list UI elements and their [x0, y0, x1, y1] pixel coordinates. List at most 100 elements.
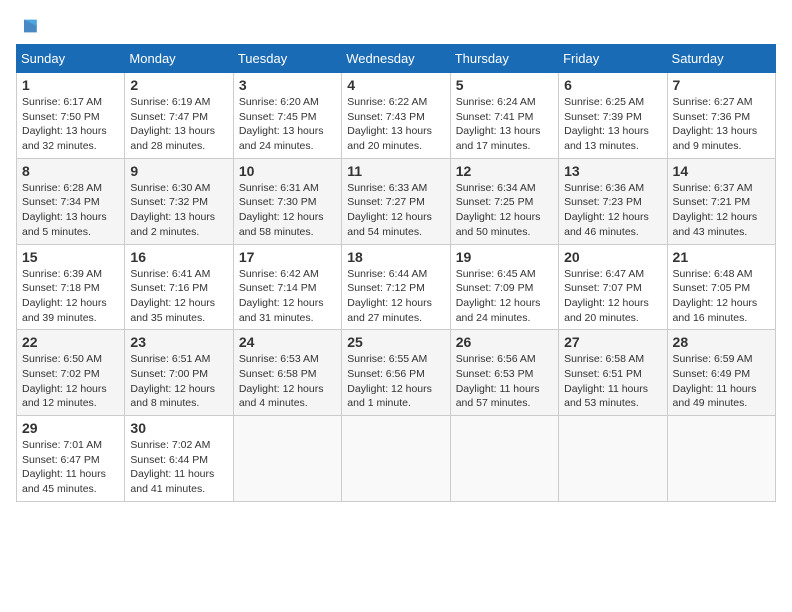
calendar-cell: 18 Sunrise: 6:44 AM Sunset: 7:12 PM Dayl…	[342, 244, 450, 330]
day-number: 26	[456, 334, 553, 350]
day-info: Sunrise: 6:50 AM Sunset: 7:02 PM Dayligh…	[22, 352, 119, 411]
calendar-cell: 25 Sunrise: 6:55 AM Sunset: 6:56 PM Dayl…	[342, 330, 450, 416]
day-info: Sunrise: 7:01 AM Sunset: 6:47 PM Dayligh…	[22, 438, 119, 497]
day-number: 28	[673, 334, 770, 350]
calendar-cell: 8 Sunrise: 6:28 AM Sunset: 7:34 PM Dayli…	[17, 158, 125, 244]
calendar-row: 29 Sunrise: 7:01 AM Sunset: 6:47 PM Dayl…	[17, 416, 776, 502]
day-info: Sunrise: 6:34 AM Sunset: 7:25 PM Dayligh…	[456, 181, 553, 240]
day-info: Sunrise: 6:53 AM Sunset: 6:58 PM Dayligh…	[239, 352, 336, 411]
calendar-cell	[559, 416, 667, 502]
day-number: 14	[673, 163, 770, 179]
day-number: 23	[130, 334, 227, 350]
day-number: 21	[673, 249, 770, 265]
calendar-cell: 9 Sunrise: 6:30 AM Sunset: 7:32 PM Dayli…	[125, 158, 233, 244]
calendar-cell: 11 Sunrise: 6:33 AM Sunset: 7:27 PM Dayl…	[342, 158, 450, 244]
calendar-cell: 20 Sunrise: 6:47 AM Sunset: 7:07 PM Dayl…	[559, 244, 667, 330]
calendar-cell: 6 Sunrise: 6:25 AM Sunset: 7:39 PM Dayli…	[559, 73, 667, 159]
day-info: Sunrise: 6:24 AM Sunset: 7:41 PM Dayligh…	[456, 95, 553, 154]
day-info: Sunrise: 6:36 AM Sunset: 7:23 PM Dayligh…	[564, 181, 661, 240]
day-number: 17	[239, 249, 336, 265]
calendar-cell: 29 Sunrise: 7:01 AM Sunset: 6:47 PM Dayl…	[17, 416, 125, 502]
day-info: Sunrise: 6:58 AM Sunset: 6:51 PM Dayligh…	[564, 352, 661, 411]
day-info: Sunrise: 6:33 AM Sunset: 7:27 PM Dayligh…	[347, 181, 444, 240]
day-header-monday: Monday	[125, 45, 233, 73]
day-info: Sunrise: 6:28 AM Sunset: 7:34 PM Dayligh…	[22, 181, 119, 240]
day-info: Sunrise: 6:30 AM Sunset: 7:32 PM Dayligh…	[130, 181, 227, 240]
calendar-cell: 22 Sunrise: 6:50 AM Sunset: 7:02 PM Dayl…	[17, 330, 125, 416]
day-info: Sunrise: 6:51 AM Sunset: 7:00 PM Dayligh…	[130, 352, 227, 411]
day-info: Sunrise: 6:31 AM Sunset: 7:30 PM Dayligh…	[239, 181, 336, 240]
calendar-cell: 24 Sunrise: 6:53 AM Sunset: 6:58 PM Dayl…	[233, 330, 341, 416]
calendar-cell: 3 Sunrise: 6:20 AM Sunset: 7:45 PM Dayli…	[233, 73, 341, 159]
day-number: 24	[239, 334, 336, 350]
day-info: Sunrise: 6:22 AM Sunset: 7:43 PM Dayligh…	[347, 95, 444, 154]
day-info: Sunrise: 7:02 AM Sunset: 6:44 PM Dayligh…	[130, 438, 227, 497]
day-header-friday: Friday	[559, 45, 667, 73]
day-number: 2	[130, 77, 227, 93]
day-header-wednesday: Wednesday	[342, 45, 450, 73]
calendar-cell: 10 Sunrise: 6:31 AM Sunset: 7:30 PM Dayl…	[233, 158, 341, 244]
day-info: Sunrise: 6:56 AM Sunset: 6:53 PM Dayligh…	[456, 352, 553, 411]
day-number: 30	[130, 420, 227, 436]
day-number: 19	[456, 249, 553, 265]
calendar-row: 15 Sunrise: 6:39 AM Sunset: 7:18 PM Dayl…	[17, 244, 776, 330]
day-info: Sunrise: 6:41 AM Sunset: 7:16 PM Dayligh…	[130, 267, 227, 326]
day-info: Sunrise: 6:37 AM Sunset: 7:21 PM Dayligh…	[673, 181, 770, 240]
calendar-cell	[342, 416, 450, 502]
calendar-cell: 16 Sunrise: 6:41 AM Sunset: 7:16 PM Dayl…	[125, 244, 233, 330]
day-info: Sunrise: 6:59 AM Sunset: 6:49 PM Dayligh…	[673, 352, 770, 411]
calendar-cell: 30 Sunrise: 7:02 AM Sunset: 6:44 PM Dayl…	[125, 416, 233, 502]
calendar-cell: 7 Sunrise: 6:27 AM Sunset: 7:36 PM Dayli…	[667, 73, 775, 159]
day-number: 13	[564, 163, 661, 179]
day-info: Sunrise: 6:45 AM Sunset: 7:09 PM Dayligh…	[456, 267, 553, 326]
day-number: 16	[130, 249, 227, 265]
day-info: Sunrise: 6:19 AM Sunset: 7:47 PM Dayligh…	[130, 95, 227, 154]
calendar-cell	[233, 416, 341, 502]
day-number: 6	[564, 77, 661, 93]
day-number: 27	[564, 334, 661, 350]
day-info: Sunrise: 6:39 AM Sunset: 7:18 PM Dayligh…	[22, 267, 119, 326]
day-info: Sunrise: 6:48 AM Sunset: 7:05 PM Dayligh…	[673, 267, 770, 326]
day-info: Sunrise: 6:25 AM Sunset: 7:39 PM Dayligh…	[564, 95, 661, 154]
day-number: 11	[347, 163, 444, 179]
calendar-cell: 15 Sunrise: 6:39 AM Sunset: 7:18 PM Dayl…	[17, 244, 125, 330]
day-number: 15	[22, 249, 119, 265]
day-header-thursday: Thursday	[450, 45, 558, 73]
calendar-cell: 19 Sunrise: 6:45 AM Sunset: 7:09 PM Dayl…	[450, 244, 558, 330]
calendar-cell: 23 Sunrise: 6:51 AM Sunset: 7:00 PM Dayl…	[125, 330, 233, 416]
day-info: Sunrise: 6:44 AM Sunset: 7:12 PM Dayligh…	[347, 267, 444, 326]
calendar-cell: 13 Sunrise: 6:36 AM Sunset: 7:23 PM Dayl…	[559, 158, 667, 244]
day-header-sunday: Sunday	[17, 45, 125, 73]
day-number: 22	[22, 334, 119, 350]
calendar-cell: 1 Sunrise: 6:17 AM Sunset: 7:50 PM Dayli…	[17, 73, 125, 159]
day-number: 3	[239, 77, 336, 93]
calendar-row: 22 Sunrise: 6:50 AM Sunset: 7:02 PM Dayl…	[17, 330, 776, 416]
calendar-cell: 14 Sunrise: 6:37 AM Sunset: 7:21 PM Dayl…	[667, 158, 775, 244]
calendar-cell: 5 Sunrise: 6:24 AM Sunset: 7:41 PM Dayli…	[450, 73, 558, 159]
calendar-cell: 21 Sunrise: 6:48 AM Sunset: 7:05 PM Dayl…	[667, 244, 775, 330]
day-number: 8	[22, 163, 119, 179]
day-number: 25	[347, 334, 444, 350]
calendar-cell: 28 Sunrise: 6:59 AM Sunset: 6:49 PM Dayl…	[667, 330, 775, 416]
logo	[16, 16, 44, 36]
calendar-cell: 2 Sunrise: 6:19 AM Sunset: 7:47 PM Dayli…	[125, 73, 233, 159]
day-number: 12	[456, 163, 553, 179]
day-info: Sunrise: 6:47 AM Sunset: 7:07 PM Dayligh…	[564, 267, 661, 326]
day-header-tuesday: Tuesday	[233, 45, 341, 73]
day-number: 18	[347, 249, 444, 265]
calendar-cell: 17 Sunrise: 6:42 AM Sunset: 7:14 PM Dayl…	[233, 244, 341, 330]
day-header-saturday: Saturday	[667, 45, 775, 73]
day-number: 4	[347, 77, 444, 93]
calendar-row: 1 Sunrise: 6:17 AM Sunset: 7:50 PM Dayli…	[17, 73, 776, 159]
calendar-cell	[667, 416, 775, 502]
day-number: 1	[22, 77, 119, 93]
day-info: Sunrise: 6:17 AM Sunset: 7:50 PM Dayligh…	[22, 95, 119, 154]
day-info: Sunrise: 6:55 AM Sunset: 6:56 PM Dayligh…	[347, 352, 444, 411]
calendar-cell: 4 Sunrise: 6:22 AM Sunset: 7:43 PM Dayli…	[342, 73, 450, 159]
day-number: 10	[239, 163, 336, 179]
day-number: 20	[564, 249, 661, 265]
calendar-cell	[450, 416, 558, 502]
day-info: Sunrise: 6:20 AM Sunset: 7:45 PM Dayligh…	[239, 95, 336, 154]
day-number: 7	[673, 77, 770, 93]
day-info: Sunrise: 6:27 AM Sunset: 7:36 PM Dayligh…	[673, 95, 770, 154]
